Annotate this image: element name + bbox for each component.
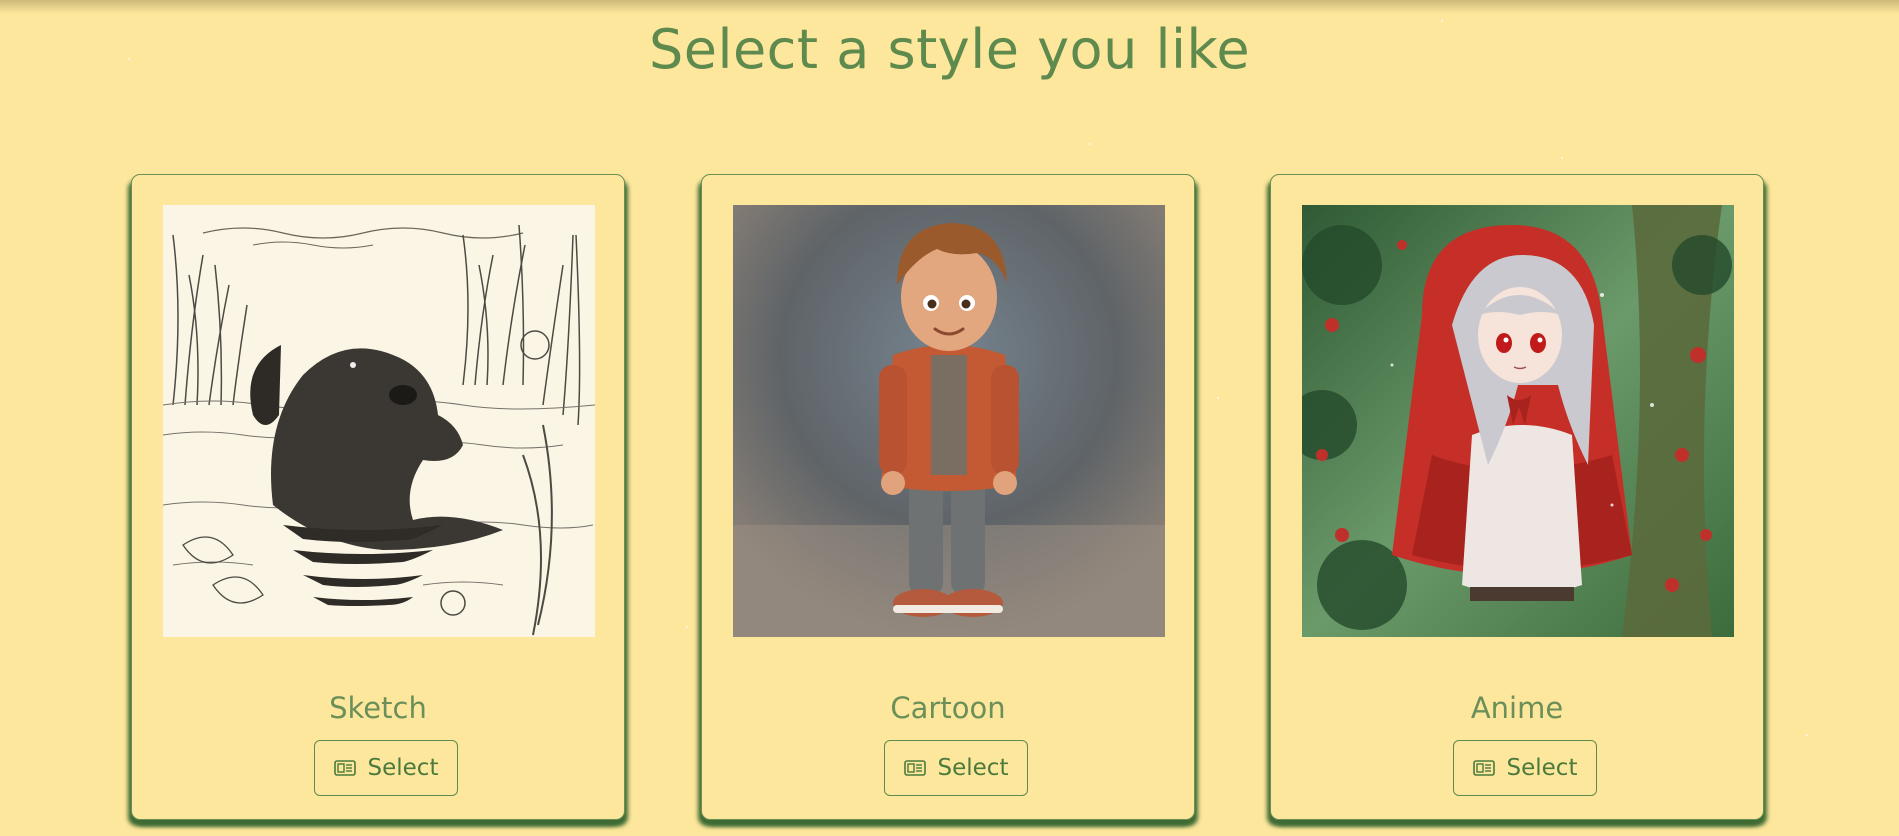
page-title: Select a style you like xyxy=(648,18,1251,81)
cartoon-illustration xyxy=(733,205,1165,637)
select-button-sketch[interactable]: Select xyxy=(314,740,458,796)
newspaper-icon xyxy=(903,760,926,776)
style-label-cartoon: Cartoon xyxy=(890,691,1006,725)
cartoon-boy-image xyxy=(733,205,1165,637)
anime-red-riding-hood-image xyxy=(1302,205,1734,637)
select-button-cartoon[interactable]: Select xyxy=(884,740,1028,796)
sparkle-decoration xyxy=(686,626,688,628)
style-card-anime: Anime Select xyxy=(1270,174,1764,820)
style-selection-page: Select a style you like Sketch Select Ca… xyxy=(0,0,1899,836)
style-card-sketch: Sketch Select xyxy=(131,174,625,820)
newspaper-icon xyxy=(1472,760,1495,776)
select-button-label: Select xyxy=(1506,755,1578,781)
top-edge-shadow xyxy=(0,0,1899,14)
style-label-sketch: Sketch xyxy=(329,691,427,725)
sparkle-decoration xyxy=(1561,157,1563,159)
select-button-label: Select xyxy=(937,755,1009,781)
sparkle-decoration xyxy=(1806,734,1808,736)
style-label-anime: Anime xyxy=(1470,691,1564,725)
sketch-illustration xyxy=(163,205,595,637)
sparkle-decoration xyxy=(1217,397,1219,399)
select-button-label: Select xyxy=(367,755,439,781)
anime-illustration xyxy=(1302,205,1734,637)
newspaper-icon xyxy=(333,760,356,776)
sparkle-decoration xyxy=(1089,143,1091,145)
select-button-anime[interactable]: Select xyxy=(1453,740,1597,796)
style-card-cartoon: Cartoon Select xyxy=(701,174,1195,820)
sketch-dog-in-pond-image xyxy=(163,205,595,637)
